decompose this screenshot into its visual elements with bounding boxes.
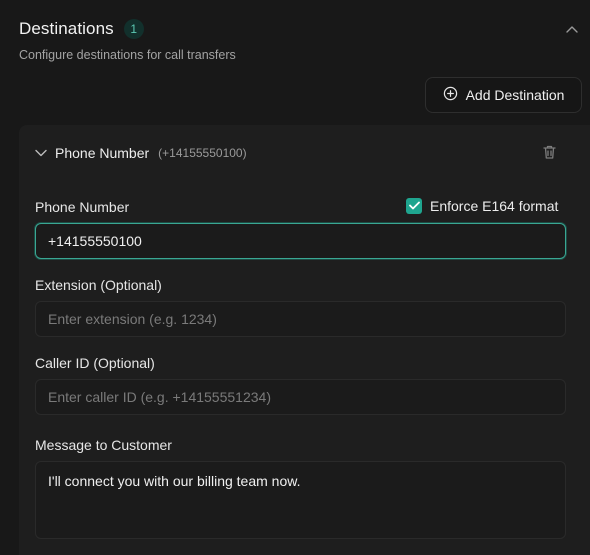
destination-card: Phone Number (+14155550100) Phone Number… — [19, 125, 590, 555]
plus-circle-icon — [443, 86, 458, 104]
phone-number-value: +14155550100 — [48, 233, 142, 249]
check-icon — [408, 197, 420, 215]
phone-number-label: Phone Number — [35, 199, 130, 215]
add-destination-button[interactable]: Add Destination — [425, 77, 582, 113]
destination-header[interactable]: Phone Number (+14155550100) — [35, 144, 247, 162]
chevron-up-icon[interactable] — [564, 21, 580, 37]
chevron-down-icon[interactable] — [35, 144, 47, 162]
title-row: Destinations 1 — [19, 18, 590, 40]
section-title: Destinations — [19, 19, 114, 38]
enforce-e164-checkbox[interactable] — [406, 198, 422, 214]
message-value: I'll connect you with our billing team n… — [48, 473, 301, 489]
section-subtitle: Configure destinations for call transfer… — [19, 48, 236, 62]
enforce-e164-label: Enforce E164 format — [430, 198, 559, 214]
caller-id-label: Caller ID (Optional) — [35, 355, 155, 371]
trash-icon[interactable] — [542, 144, 558, 160]
caller-id-input[interactable]: Enter caller ID (e.g. +14155551234) — [35, 379, 566, 415]
destinations-panel: Destinations 1 Configure destinations fo… — [0, 0, 590, 555]
extension-input[interactable]: Enter extension (e.g. 1234) — [35, 301, 566, 337]
message-textarea[interactable]: I'll connect you with our billing team n… — [35, 461, 566, 539]
extension-label: Extension (Optional) — [35, 277, 162, 293]
extension-placeholder: Enter extension (e.g. 1234) — [48, 311, 217, 327]
destination-number-preview: (+14155550100) — [158, 146, 247, 160]
destination-title: Phone Number — [55, 145, 150, 161]
add-destination-label: Add Destination — [465, 87, 565, 103]
destination-count-badge: 1 — [123, 19, 144, 39]
enforce-e164-toggle[interactable]: Enforce E164 format — [406, 198, 558, 214]
caller-id-placeholder: Enter caller ID (e.g. +14155551234) — [48, 389, 271, 405]
phone-number-input[interactable]: +14155550100 — [35, 223, 566, 259]
section-header: Destinations 1 Configure destinations fo… — [19, 18, 590, 66]
message-label: Message to Customer — [35, 437, 172, 453]
